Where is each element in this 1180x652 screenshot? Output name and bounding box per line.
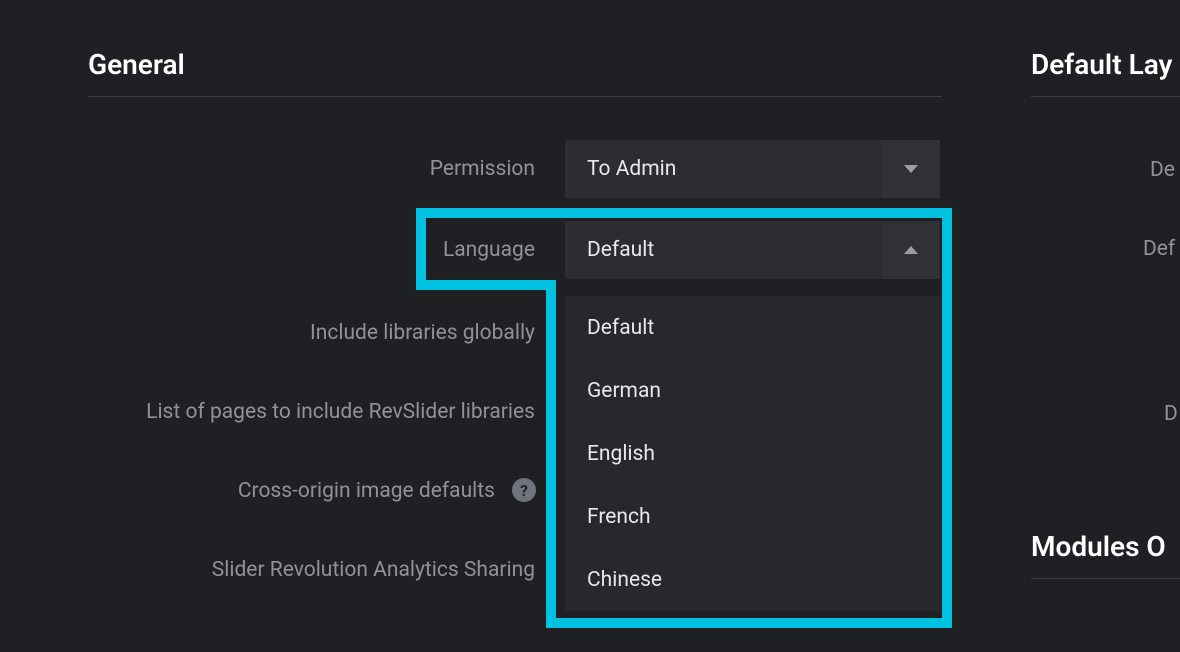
permission-select-value: To Admin [565, 157, 882, 181]
permission-label: Permission [300, 157, 535, 181]
permission-select-arrow[interactable] [882, 140, 940, 198]
cross-origin-label: Cross-origin image defaults [120, 479, 495, 503]
highlight-frame [416, 208, 426, 290]
modules-title: Modules O [1031, 530, 1166, 563]
chevron-down-icon [904, 165, 918, 173]
analytics-label: Slider Revolution Analytics Sharing [100, 558, 535, 582]
help-icon[interactable]: ? [512, 478, 536, 502]
right-d-label: D [1164, 402, 1180, 426]
language-option[interactable]: Default [565, 296, 940, 359]
highlight-frame [546, 618, 952, 628]
chevron-up-icon [904, 246, 918, 254]
language-select[interactable]: Default [565, 221, 940, 279]
language-option[interactable]: French [565, 485, 940, 548]
highlight-frame [546, 280, 556, 628]
modules-underline [1031, 578, 1180, 579]
list-pages-label: List of pages to include RevSlider libra… [60, 400, 535, 424]
default-lay-underline [1031, 96, 1180, 97]
language-dropdown: Default German English French Chinese [565, 296, 940, 611]
right-def-label: Def [1143, 237, 1180, 261]
right-de-label: De [1150, 158, 1180, 182]
language-option[interactable]: English [565, 422, 940, 485]
language-select-arrow[interactable] [882, 221, 940, 279]
highlight-frame [942, 208, 952, 628]
general-title: General [88, 48, 185, 81]
highlight-frame [416, 208, 952, 218]
language-select-value: Default [565, 238, 882, 262]
default-lay-title: Default Lay [1031, 48, 1172, 81]
permission-select[interactable]: To Admin [565, 140, 940, 198]
include-libraries-label: Include libraries globally [120, 321, 535, 345]
highlight-frame [416, 280, 556, 290]
language-option[interactable]: Chinese [565, 548, 940, 611]
general-underline [88, 96, 942, 97]
language-option[interactable]: German [565, 359, 940, 422]
